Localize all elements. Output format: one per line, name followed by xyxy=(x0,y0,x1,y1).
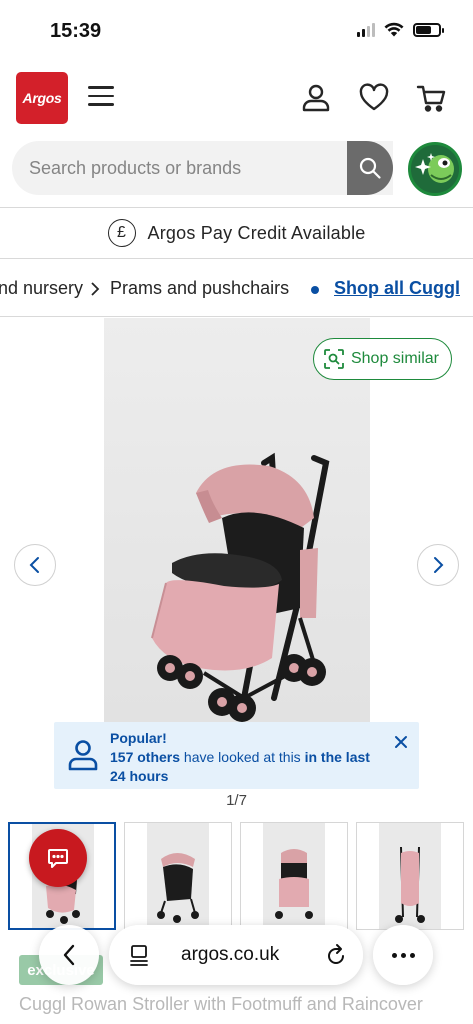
search-row xyxy=(12,141,464,196)
popular-title: Popular! xyxy=(110,730,167,746)
reload-icon[interactable] xyxy=(325,943,347,967)
thumbnail[interactable] xyxy=(240,822,348,930)
close-icon[interactable] xyxy=(393,734,409,750)
site-header: Argos xyxy=(0,70,473,128)
chevron-right-icon xyxy=(434,557,444,573)
next-image-button[interactable] xyxy=(417,544,459,586)
assistant-button[interactable] xyxy=(408,142,462,196)
battery-icon xyxy=(413,22,444,37)
status-time: 15:39 xyxy=(50,20,102,42)
cellular-signal-icon xyxy=(357,22,375,37)
status-icons xyxy=(357,22,444,37)
cart-icon[interactable] xyxy=(416,82,448,114)
search-icon xyxy=(359,157,381,179)
search-input[interactable] xyxy=(29,141,339,195)
pound-icon: £ xyxy=(107,219,136,247)
divider xyxy=(0,258,473,259)
shop-similar-button[interactable]: Shop similar xyxy=(312,338,452,380)
shop-all-brand-link[interactable]: Shop all Cuggl xyxy=(334,278,460,299)
thumbnail-image xyxy=(379,823,441,929)
url-bar[interactable]: argos.co.uk xyxy=(109,925,363,985)
thumbnail[interactable] xyxy=(124,822,232,930)
chat-icon xyxy=(48,849,68,868)
person-icon xyxy=(68,740,98,771)
thumbnail-image xyxy=(147,823,209,929)
product-gallery: Shop similar xyxy=(0,318,473,724)
menu-icon[interactable] xyxy=(88,86,114,108)
credit-banner[interactable]: £ Argos Pay Credit Available xyxy=(0,214,473,252)
popular-middle: have looked at this xyxy=(180,749,305,765)
argos-logo[interactable]: Argos xyxy=(16,72,68,124)
visual-search-icon xyxy=(324,349,344,369)
divider xyxy=(0,316,473,317)
chat-button[interactable] xyxy=(29,829,87,887)
credit-banner-text: Argos Pay Credit Available xyxy=(147,222,366,243)
search-box xyxy=(12,141,393,195)
thumbnail[interactable] xyxy=(356,822,464,930)
heart-icon[interactable] xyxy=(358,82,390,114)
breadcrumb-item[interactable]: Prams and pushchairs xyxy=(110,278,289,299)
chevron-right-icon xyxy=(91,282,100,296)
chevron-left-icon xyxy=(63,944,75,966)
assistant-icon xyxy=(411,145,459,193)
account-icon[interactable] xyxy=(300,82,332,114)
search-button[interactable] xyxy=(347,141,393,195)
reader-icon xyxy=(130,945,148,966)
wifi-icon xyxy=(384,22,404,37)
chevron-left-icon xyxy=(29,557,39,573)
status-bar: 15:39 xyxy=(0,0,473,62)
product-title: Cuggl Rowan Stroller with Footmuff and R… xyxy=(19,994,423,1014)
more-icon[interactable] xyxy=(373,925,433,985)
breadcrumb-dot xyxy=(311,286,319,294)
popular-banner: Popular! 157 others have looked at this … xyxy=(54,722,419,789)
url-text: argos.co.uk xyxy=(181,944,280,965)
thumbnail-image xyxy=(263,823,325,929)
popular-count: 157 others xyxy=(110,749,181,765)
shop-similar-label: Shop similar xyxy=(350,350,439,367)
breadcrumb: nd nursery Prams and pushchairs Shop all… xyxy=(0,275,473,305)
browser-back-button[interactable] xyxy=(39,925,99,985)
divider xyxy=(0,207,473,208)
popular-text: 157 others have looked at this in the la… xyxy=(110,748,380,786)
previous-image-button[interactable] xyxy=(14,544,56,586)
breadcrumb-item[interactable]: nd nursery xyxy=(0,278,83,299)
image-counter: 1/7 xyxy=(226,792,247,809)
